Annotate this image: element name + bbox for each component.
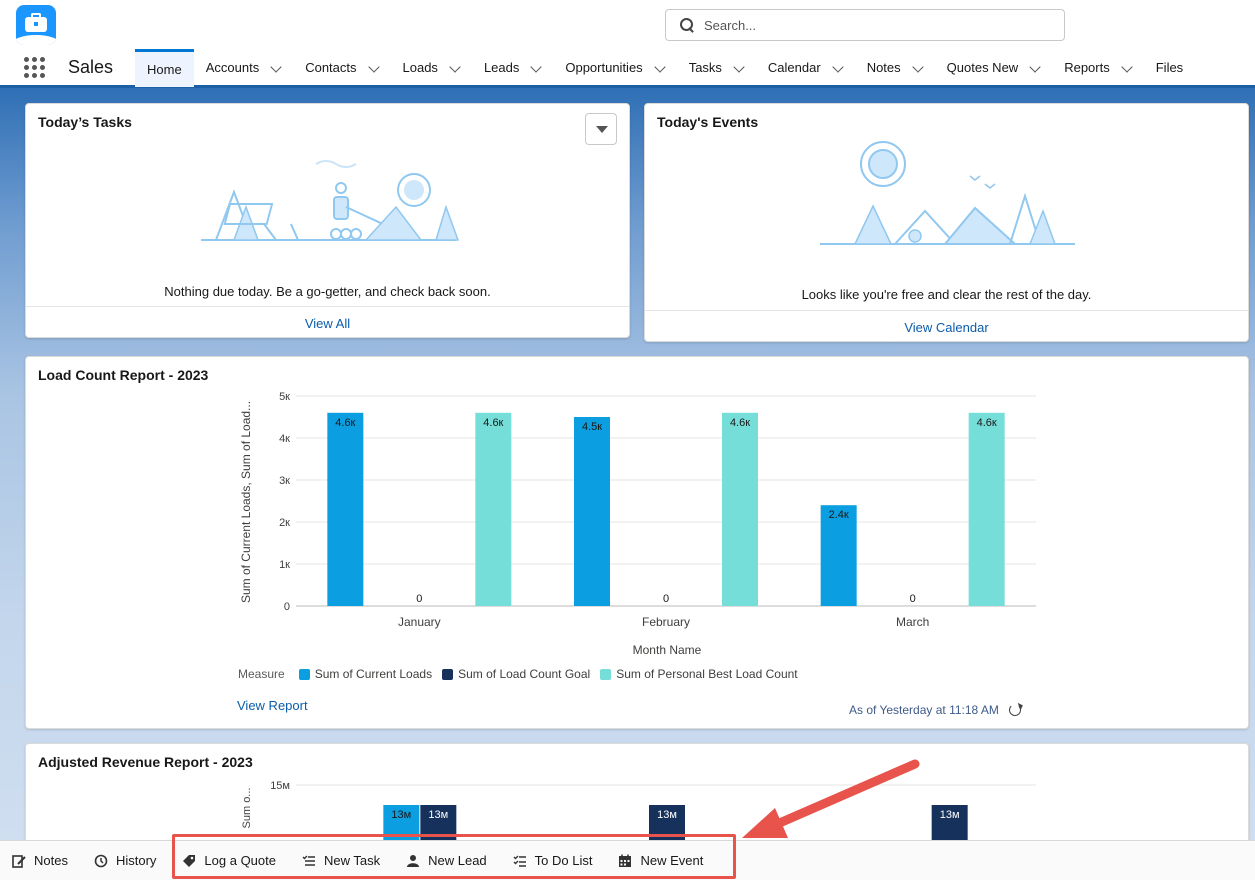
utility-label: To Do List: [534, 853, 593, 868]
utility-item-history[interactable]: History: [80, 841, 168, 880]
calendar-icon: [619, 854, 632, 867]
utility-item-log-a-quote[interactable]: Log a Quote: [168, 841, 288, 880]
data-label: 13м: [428, 809, 448, 821]
utility-label: New Lead: [428, 853, 487, 868]
y-axis-label: Sum o...: [241, 788, 253, 829]
data-label: 13м: [940, 809, 960, 821]
utility-label: New Event: [640, 853, 704, 868]
utility-item-new-task[interactable]: New Task: [288, 841, 392, 880]
data-label: 13м: [657, 809, 677, 821]
utility-item-to-do-list[interactable]: To Do List: [499, 841, 605, 880]
utility-label: History: [115, 853, 157, 868]
data-label: 13м: [391, 809, 411, 821]
utility-item-new-event[interactable]: New Event: [604, 841, 715, 880]
tag-icon: [183, 854, 196, 867]
task-list-icon: [302, 855, 315, 866]
y-tick-label: 15м: [270, 780, 290, 792]
utility-item-new-lead[interactable]: New Lead: [392, 841, 499, 880]
utility-item-notes[interactable]: Notes: [0, 841, 80, 880]
person-icon: [407, 854, 420, 867]
utility-label: New Task: [323, 853, 381, 868]
utility-label: Notes: [34, 853, 68, 868]
notes-icon: [12, 854, 26, 868]
checklist-icon: [513, 855, 526, 867]
clock-icon: [94, 854, 108, 867]
utility-bar: Notes History Log a Quote New Task New L…: [0, 840, 1255, 880]
adjusted-revenue-chart: Sum o... 15м 13м 13м 13м 13м: [241, 780, 1036, 840]
utility-label: Log a Quote: [204, 853, 276, 868]
